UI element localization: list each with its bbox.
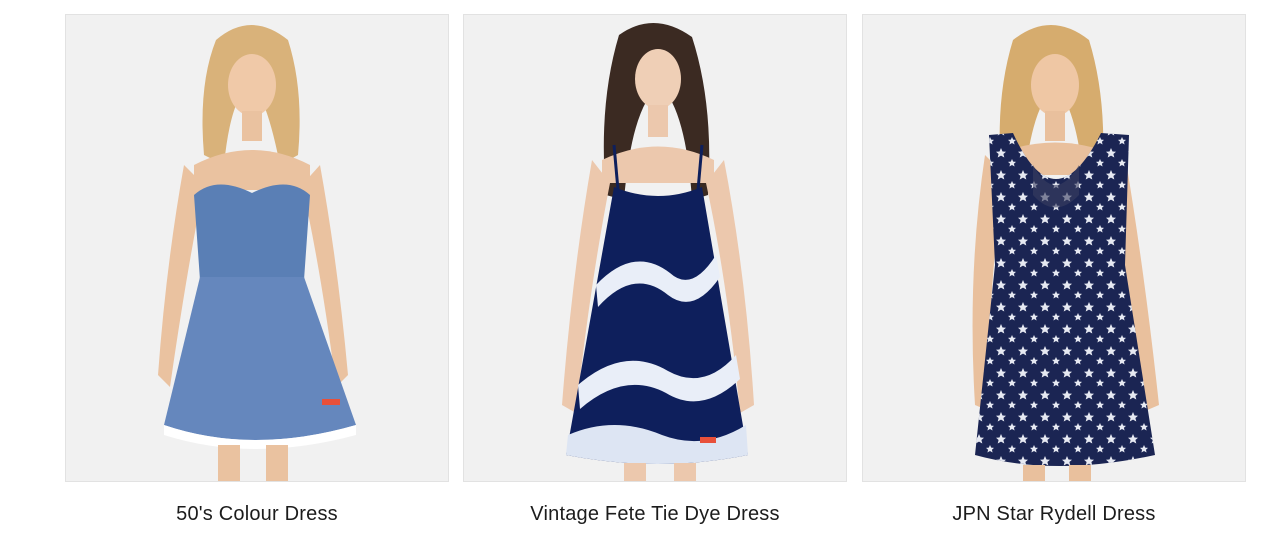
product-title[interactable]: Vintage Fete Tie Dye Dress <box>463 502 847 526</box>
product-image <box>66 15 448 481</box>
product-title[interactable]: 50's Colour Dress <box>65 502 449 526</box>
product-card[interactable]: 50's Colour Dress <box>65 14 449 526</box>
product-image-link[interactable] <box>862 14 1246 482</box>
product-card[interactable]: JPN Star Rydell Dress <box>862 14 1246 526</box>
product-card[interactable]: Vintage Fete Tie Dye Dress <box>463 14 847 526</box>
product-image-link[interactable] <box>463 14 847 482</box>
product-image <box>464 15 846 481</box>
product-image-link[interactable] <box>65 14 449 482</box>
product-title[interactable]: JPN Star Rydell Dress <box>862 502 1246 526</box>
product-image <box>863 15 1245 481</box>
product-grid: 50's Colour Dress Vintage Fete Tie Dye D… <box>0 0 1280 538</box>
